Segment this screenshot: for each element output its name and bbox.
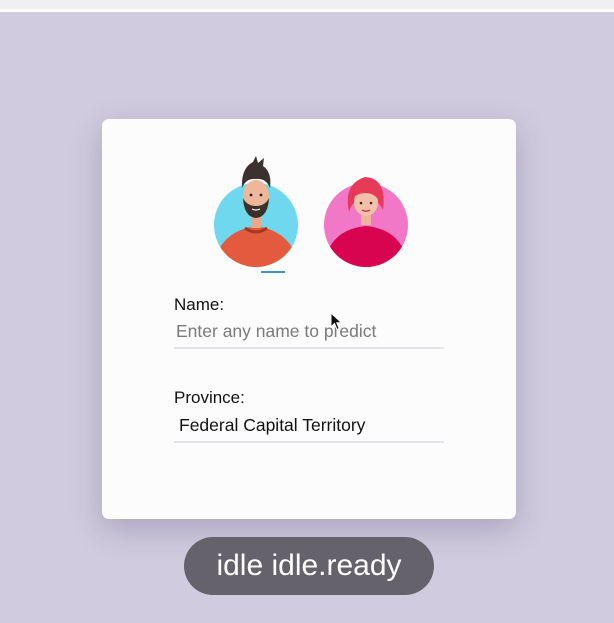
- province-select[interactable]: Federal Capital Territory: [174, 410, 444, 443]
- browser-top-strip: [0, 0, 614, 12]
- female-avatar-icon: [324, 177, 408, 267]
- name-field: Name:: [174, 295, 444, 349]
- male-avatar-icon: [214, 156, 298, 273]
- province-label: Province:: [174, 388, 245, 407]
- avatars-illustration: [214, 156, 408, 273]
- prediction-form-card: Name: Province: Federal Capital Territor…: [102, 119, 516, 519]
- status-badge: idle idle.ready: [184, 537, 434, 595]
- name-label: Name:: [174, 295, 225, 314]
- province-field: Province: Federal Capital Territory: [174, 388, 444, 443]
- name-input[interactable]: [174, 316, 444, 349]
- mouse-pointer-icon: [330, 312, 343, 331]
